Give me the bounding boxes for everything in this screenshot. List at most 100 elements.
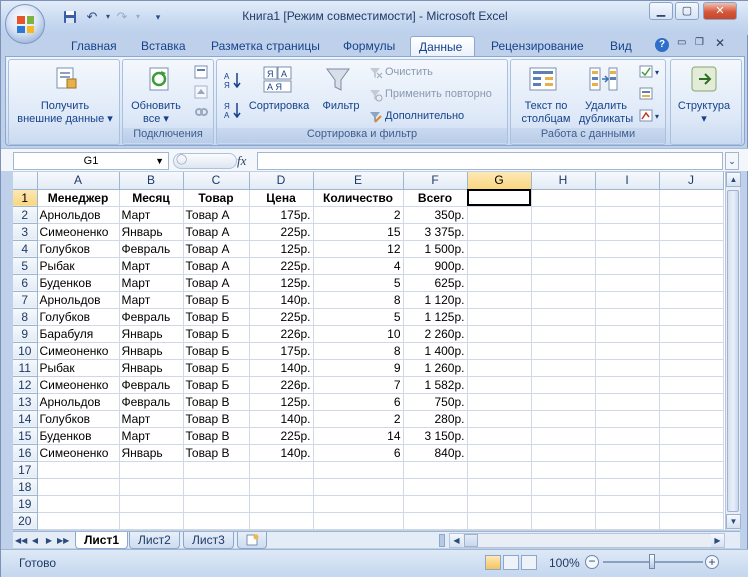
tab-page-layout[interactable]: Разметка страницы xyxy=(203,36,328,57)
zoom-level[interactable]: 100% xyxy=(549,556,580,570)
cell[interactable]: Январь xyxy=(119,223,184,241)
tab-split-handle[interactable] xyxy=(439,534,445,547)
outline-icon[interactable] xyxy=(691,66,717,95)
cell[interactable]: 3 150р. xyxy=(403,427,468,445)
cell[interactable]: Товар В xyxy=(183,444,250,462)
cell[interactable]: Товар Б xyxy=(183,325,250,343)
cell[interactable]: Товар xyxy=(183,189,250,207)
cell[interactable] xyxy=(467,512,532,530)
formula-bar-splitter[interactable]: ◯ xyxy=(173,153,237,169)
cell[interactable] xyxy=(595,274,660,292)
cell[interactable]: Товар Б xyxy=(183,342,250,360)
cell[interactable]: Рыбак xyxy=(37,359,120,377)
cell[interactable]: Барабуля xyxy=(37,325,120,343)
cell[interactable]: Март xyxy=(119,274,184,292)
cell[interactable]: 6 xyxy=(313,444,404,462)
clear-filter-button[interactable]: Очистить xyxy=(385,66,433,78)
cell[interactable] xyxy=(119,461,184,479)
cell[interactable]: Товар А xyxy=(183,257,250,275)
cell[interactable] xyxy=(37,461,120,479)
cell[interactable] xyxy=(467,223,532,241)
cell[interactable] xyxy=(659,478,724,496)
advanced-filter-button[interactable]: Дополнительно xyxy=(385,110,464,123)
cell[interactable]: 840р. xyxy=(403,444,468,462)
page-layout-view-icon[interactable] xyxy=(503,555,519,570)
cell[interactable] xyxy=(659,189,724,207)
column-header[interactable]: F xyxy=(403,172,468,190)
cell[interactable] xyxy=(531,461,596,479)
cell[interactable]: 140р. xyxy=(249,291,314,309)
cell[interactable] xyxy=(531,240,596,258)
scroll-left-button[interactable]: ◀ xyxy=(450,534,463,547)
row-header[interactable]: 5 xyxy=(13,257,38,275)
column-header[interactable]: E xyxy=(313,172,404,190)
tab-view[interactable]: Вид xyxy=(602,36,640,57)
cell[interactable] xyxy=(467,461,532,479)
cell[interactable] xyxy=(37,495,120,513)
row-header[interactable]: 14 xyxy=(13,410,38,428)
help-icon[interactable]: ? xyxy=(655,38,669,52)
cell[interactable] xyxy=(467,444,532,462)
cell[interactable]: Всего xyxy=(403,189,468,207)
cell[interactable]: 1 125р. xyxy=(403,308,468,326)
cell[interactable]: Симеоненко xyxy=(37,223,120,241)
cell[interactable]: Буденков xyxy=(37,274,120,292)
tab-formulas[interactable]: Формулы xyxy=(335,36,403,57)
cell[interactable] xyxy=(595,376,660,394)
cell[interactable] xyxy=(531,325,596,343)
ribbon-close-icon[interactable]: ✕ xyxy=(715,36,725,50)
cell[interactable]: 3 375р. xyxy=(403,223,468,241)
cell[interactable] xyxy=(531,427,596,445)
cell[interactable] xyxy=(531,257,596,275)
clear-filter-icon[interactable] xyxy=(369,66,383,83)
cell[interactable]: Цена xyxy=(249,189,314,207)
cell[interactable] xyxy=(659,274,724,292)
office-button[interactable] xyxy=(5,4,45,44)
tab-insert[interactable]: Вставка xyxy=(133,36,194,57)
cell[interactable]: 140р. xyxy=(249,444,314,462)
cell[interactable] xyxy=(659,206,724,224)
cell[interactable] xyxy=(531,376,596,394)
cell[interactable] xyxy=(119,478,184,496)
row-header[interactable]: 19 xyxy=(13,495,38,513)
cell[interactable] xyxy=(659,495,724,513)
column-header[interactable]: G xyxy=(467,172,532,190)
cell[interactable]: Февраль xyxy=(119,240,184,258)
reapply-icon[interactable] xyxy=(369,88,383,105)
cell[interactable] xyxy=(467,308,532,326)
sheet-tab-3[interactable]: Лист3 xyxy=(183,532,234,549)
cell[interactable] xyxy=(595,393,660,411)
zoom-in-icon[interactable]: + xyxy=(705,555,719,569)
cell[interactable]: Арнольдов xyxy=(37,206,120,224)
cell[interactable] xyxy=(467,495,532,513)
cell[interactable] xyxy=(531,512,596,530)
cell[interactable]: Арнольдов xyxy=(37,393,120,411)
cell[interactable] xyxy=(403,512,468,530)
cell[interactable]: Симеоненко xyxy=(37,444,120,462)
cell[interactable] xyxy=(531,342,596,360)
cell[interactable] xyxy=(467,342,532,360)
remove-duplicates-button[interactable]: Удалить дубликаты xyxy=(575,100,637,126)
cell[interactable] xyxy=(595,308,660,326)
consolidate-icon[interactable] xyxy=(639,86,655,105)
cell[interactable]: Количество xyxy=(313,189,404,207)
cell[interactable] xyxy=(37,512,120,530)
cell[interactable]: 10 xyxy=(313,325,404,343)
cell[interactable]: 226р. xyxy=(249,376,314,394)
tab-data[interactable]: Данные xyxy=(410,36,475,57)
cell[interactable]: 750р. xyxy=(403,393,468,411)
cell[interactable] xyxy=(595,342,660,360)
cell[interactable]: Январь xyxy=(119,359,184,377)
cell[interactable]: Товар Б xyxy=(183,359,250,377)
cell[interactable] xyxy=(531,308,596,326)
cell[interactable]: Месяц xyxy=(119,189,184,207)
cell[interactable] xyxy=(467,410,532,428)
cell[interactable] xyxy=(403,461,468,479)
external-data-icon[interactable] xyxy=(55,66,77,93)
cell[interactable] xyxy=(249,461,314,479)
column-header[interactable]: I xyxy=(595,172,660,190)
cell[interactable]: Товар Б xyxy=(183,376,250,394)
cell[interactable]: 225р. xyxy=(249,308,314,326)
cell[interactable]: Февраль xyxy=(119,393,184,411)
cell[interactable]: 125р. xyxy=(249,240,314,258)
